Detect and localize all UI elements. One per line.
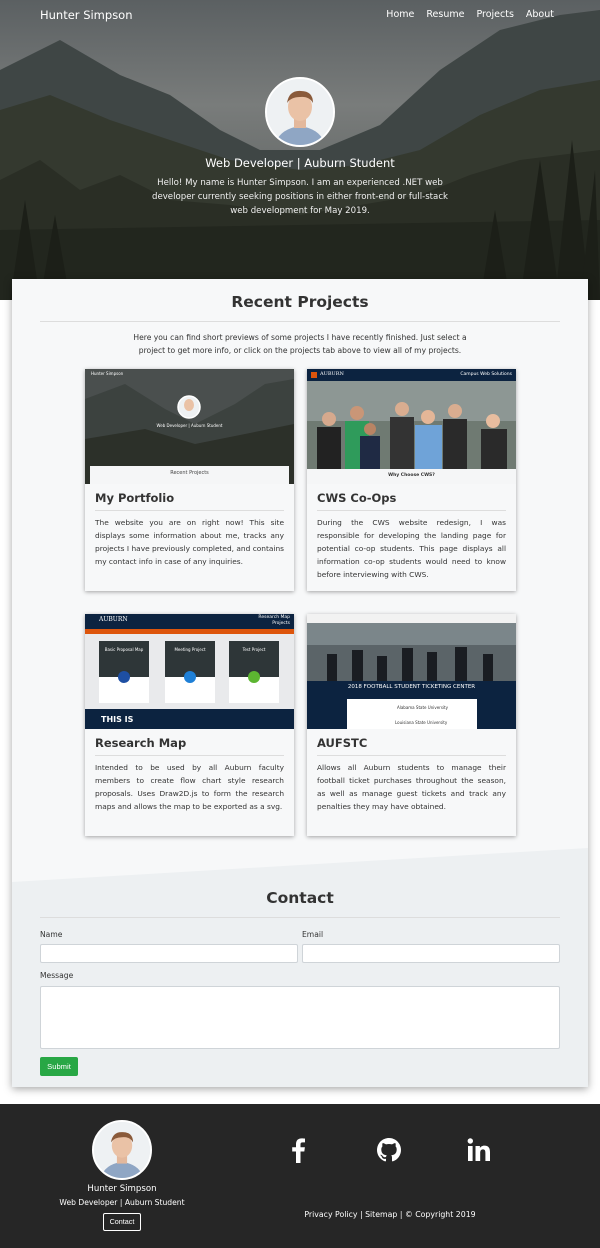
- name-input[interactable]: [40, 944, 298, 963]
- main-panel: Recent Projects Here you can find short …: [12, 279, 588, 1087]
- site-footer: Hunter Simpson Web Developer | Auburn St…: [0, 1104, 600, 1248]
- cws-screenshot: [307, 369, 516, 484]
- thumb-tagline: Web Developer | Auburn Student: [156, 423, 223, 428]
- projects-title: Recent Projects: [231, 293, 369, 311]
- thumb-tile-2: Meeting Project: [174, 647, 206, 652]
- thumb-caption: Why Choose CWS?: [388, 473, 435, 478]
- thumb-right-label-2: Projects: [272, 621, 290, 626]
- thumb-nav-brand: Hunter Simpson: [91, 371, 124, 376]
- thumb-tile-3: Test Project: [242, 647, 266, 652]
- project-thumb-portfolio: Hunter Simpson Web Developer | Auburn St…: [85, 369, 294, 484]
- thumb-right-label: Research Map: [258, 615, 290, 620]
- project-card-aufstc[interactable]: 2018 FOOTBALL STUDENT TICKETING CENTER A…: [307, 614, 516, 836]
- project-thumb-research: AUBURN Research Map Projects Basic Propo…: [85, 614, 294, 729]
- project-thumb-cws: AUBURN Campus Web Solutions Why Choose C…: [307, 369, 516, 484]
- projects-intro: Here you can find short previews of some…: [133, 333, 467, 355]
- project-description: Allows all Auburn students to manage the…: [317, 763, 506, 811]
- facebook-icon[interactable]: [284, 1135, 314, 1165]
- project-card-portfolio[interactable]: Hunter Simpson Web Developer | Auburn St…: [85, 369, 294, 591]
- footer-tagline: Web Developer | Auburn Student: [59, 1198, 185, 1207]
- contact-divider: [40, 917, 560, 918]
- project-description: During the CWS website redesign, I was r…: [317, 518, 506, 579]
- footer-contact-button[interactable]: Contact: [103, 1213, 141, 1231]
- project-thumb-aufstc: 2018 FOOTBALL STUDENT TICKETING CENTER A…: [307, 614, 516, 729]
- nav-home[interactable]: Home: [386, 9, 414, 20]
- project-title: Research Map: [95, 736, 187, 750]
- research-map-screenshot: [85, 614, 294, 729]
- thumb-right-label: Campus Web Solutions: [460, 372, 512, 377]
- email-input[interactable]: [302, 944, 560, 963]
- hero-banner: Hunter Simpson Home Resume Projects Abou…: [0, 0, 600, 300]
- nav-about[interactable]: About: [526, 9, 554, 20]
- thumb-row-1: Alabama State University: [397, 705, 448, 710]
- nav-projects[interactable]: Projects: [476, 9, 513, 20]
- project-description: Intended to be used by all Auburn facult…: [95, 763, 284, 811]
- project-card-cws-coops[interactable]: AUBURN Campus Web Solutions Why Choose C…: [307, 369, 516, 591]
- submit-button[interactable]: Submit: [40, 1057, 78, 1076]
- card-divider: [95, 755, 284, 756]
- project-card-research-map[interactable]: AUBURN Research Map Projects Basic Propo…: [85, 614, 294, 836]
- thumb-banner: THIS IS: [101, 715, 134, 724]
- email-label: Email: [302, 930, 324, 939]
- thumb-tile-1: Basic Proposal Map: [104, 647, 144, 652]
- project-description: The website you are on right now! This s…: [95, 518, 284, 566]
- thumb-auburn-logo: AUBURN: [99, 616, 128, 623]
- footer-avatar: [92, 1120, 152, 1180]
- github-icon[interactable]: [374, 1135, 404, 1165]
- hero-tagline: Web Developer | Auburn Student: [205, 156, 395, 170]
- card-divider: [95, 510, 284, 511]
- project-title: AUFSTC: [317, 736, 368, 750]
- card-divider: [317, 755, 506, 756]
- profile-photo: [94, 1122, 150, 1178]
- main-nav: Home Resume Projects About: [386, 9, 554, 20]
- site-brand[interactable]: Hunter Simpson: [40, 8, 133, 22]
- footer-copyright[interactable]: Privacy Policy | Sitemap | © Copyright 2…: [250, 1210, 530, 1219]
- hero-intro: Hello! My name is Hunter Simpson. I am a…: [151, 178, 449, 216]
- footer-name: Hunter Simpson: [87, 1184, 157, 1194]
- contact-title: Contact: [266, 889, 334, 907]
- card-divider: [317, 510, 506, 511]
- name-label: Name: [40, 930, 63, 939]
- project-title: CWS Co-Ops: [317, 491, 397, 505]
- message-label: Message: [40, 971, 74, 980]
- thumb-row-2: Louisiana State University: [395, 720, 448, 725]
- thumb-section-title: Recent Projects: [170, 470, 209, 476]
- profile-photo: [267, 79, 333, 145]
- mountain-landscape-image: [0, 0, 600, 300]
- nav-resume[interactable]: Resume: [426, 9, 464, 20]
- message-textarea[interactable]: [40, 986, 560, 1049]
- project-title: My Portfolio: [95, 491, 175, 505]
- thumb-banner: 2018 FOOTBALL STUDENT TICKETING CENTER: [347, 684, 476, 690]
- projects-divider: [40, 321, 560, 322]
- profile-avatar: [265, 77, 335, 147]
- linkedin-icon[interactable]: [464, 1135, 494, 1165]
- thumb-auburn-logo: AUBURN: [320, 371, 344, 377]
- aufstc-screenshot: [307, 614, 516, 729]
